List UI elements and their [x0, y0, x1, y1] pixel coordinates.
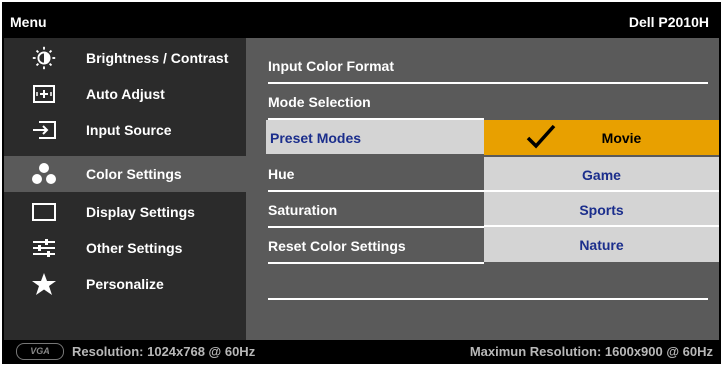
sidebar-item-auto-adjust[interactable]: Auto Adjust	[4, 76, 246, 112]
sidebar-item-display-settings[interactable]: Display Settings	[4, 194, 246, 230]
sidebar: Brightness / Contrast Auto Adjust Input …	[4, 38, 246, 340]
option-label: Game	[582, 167, 621, 183]
row-label: Preset Modes	[270, 130, 362, 146]
input-source-icon	[30, 118, 58, 142]
vga-logo-icon: VGA	[16, 343, 64, 360]
row-label: Hue	[268, 166, 295, 182]
option-label: Nature	[579, 237, 624, 253]
monitor-model: Dell P2010H	[628, 14, 709, 30]
osd-menu: Menu Dell P2010H Brightness / Contrast A…	[2, 2, 721, 364]
option-label: Movie	[601, 130, 642, 146]
sidebar-item-color-settings[interactable]: Color Settings	[4, 156, 246, 192]
row-label: Saturation	[268, 202, 338, 218]
sliders-icon	[30, 236, 58, 260]
row-input-color-format[interactable]: Input Color Format	[268, 48, 708, 84]
sidebar-item-personalize[interactable]: Personalize	[4, 266, 246, 302]
row-label: Mode Selection	[268, 94, 371, 110]
sidebar-item-label: Other Settings	[86, 240, 183, 256]
menu-header: Menu Dell P2010H	[4, 4, 719, 38]
sun-icon	[30, 46, 58, 70]
sidebar-item-other-settings[interactable]: Other Settings	[4, 230, 246, 266]
menu-title: Menu	[10, 14, 47, 30]
sidebar-item-label: Auto Adjust	[86, 86, 165, 102]
option-nature[interactable]: Nature	[484, 227, 719, 262]
option-sports[interactable]: Sports	[484, 192, 719, 227]
auto-adjust-icon	[30, 82, 58, 106]
option-label: Sports	[579, 202, 624, 218]
row-empty	[268, 264, 708, 300]
display-rect-icon	[30, 200, 58, 224]
sidebar-item-input-source[interactable]: Input Source	[4, 112, 246, 148]
row-mode-selection[interactable]: Mode Selection	[268, 84, 708, 120]
sidebar-item-brightness-contrast[interactable]: Brightness / Contrast	[4, 40, 246, 76]
sidebar-item-label: Input Source	[86, 122, 172, 138]
current-resolution: Resolution: 1024x768 @ 60Hz	[72, 344, 256, 359]
status-footer: VGA Resolution: 1024x768 @ 60Hz Maximun …	[4, 340, 719, 362]
sidebar-item-label: Color Settings	[86, 166, 182, 182]
row-divider	[268, 298, 708, 300]
max-resolution: Maximun Resolution: 1600x900 @ 60Hz	[469, 344, 713, 359]
option-game[interactable]: Game	[484, 157, 719, 192]
sidebar-item-label: Display Settings	[86, 204, 195, 220]
row-label: Input Color Format	[268, 58, 394, 74]
color-dots-icon	[30, 162, 58, 186]
row-label: Reset Color Settings	[268, 238, 406, 254]
sidebar-item-label: Personalize	[86, 276, 164, 292]
sidebar-item-label: Brightness / Contrast	[86, 50, 229, 66]
option-movie[interactable]: Movie	[484, 120, 719, 155]
star-icon	[30, 272, 58, 296]
